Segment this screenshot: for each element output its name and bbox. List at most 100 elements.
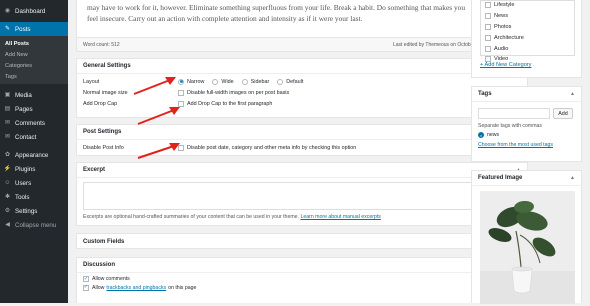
tag-input[interactable] [478,108,550,119]
sidebar-item-label: Plugins [15,165,36,173]
box-title: General Settings [83,63,131,69]
submenu-tags[interactable]: Tags [0,71,68,82]
category-item[interactable]: News [485,11,570,22]
radio-label: Narrow [187,78,205,85]
box-title: Featured Image [478,175,523,181]
collapse-icon: ◀ [5,222,10,228]
allow-comments-row: ✓ Allow comments [77,275,527,284]
sidebar-item-label: Media [15,91,32,99]
category-label: Architecture [494,34,524,41]
tags-header[interactable]: Tags ▲ [472,87,581,102]
sidebar-item-settings[interactable]: ⚙ Settings [0,204,68,218]
featured-image-header[interactable]: Featured Image ▲ [472,171,581,186]
add-new-category-link[interactable]: + Add New Category [480,62,531,68]
tag-chip: × news [472,129,581,138]
dropcap-checkbox[interactable]: Add Drop Cap to the first paragraph [178,100,273,107]
image-size-label: Normal image size [83,89,128,96]
excerpt-textarea[interactable] [83,182,521,210]
users-icon: ☺ [4,180,11,186]
checkbox-box [178,144,184,151]
checkbox-label: Allow comments [92,276,130,283]
sidebar-item-label: Appearance [15,151,49,159]
settings-icon: ⚙ [4,208,11,214]
dropcap-label: Add Drop Cap [83,100,118,107]
sidebar-item-label: Dashboard [15,7,46,15]
submenu-add-new[interactable]: Add New [0,49,68,60]
dashboard-icon: ◉ [4,8,11,14]
excerpt-header[interactable]: Excerpt ▲ [77,163,527,178]
sidebar-item-tools[interactable]: ✱ Tools [0,190,68,204]
trackbacks-link[interactable]: trackbacks and pingbacks [106,285,166,291]
sidebar-item-label: Pages [15,105,33,113]
sidebar-item-media[interactable]: ▣ Media [0,88,68,102]
collapse-arrow-icon[interactable]: ▲ [570,175,575,181]
general-settings-header[interactable]: General Settings ▲ [77,59,527,74]
tag-add-row: Add [472,102,581,119]
checkbox-checked: ✓ [83,284,89,291]
category-item[interactable]: Photos [485,22,570,33]
sidebar-item-comments[interactable]: ✉ Comments [0,116,68,130]
allow-trackbacks-checkbox[interactable]: ✓ Allow [83,284,104,291]
checkbox-box [485,2,491,9]
plant-image [480,191,575,304]
disable-fullwidth-checkbox[interactable]: Disable full-width images on per post ba… [178,89,289,96]
sidebar-item-dashboard[interactable]: ◉ Dashboard [0,4,68,18]
submenu-categories[interactable]: Categories [0,60,68,71]
radio-indicator [212,78,219,85]
comments-icon: ✉ [4,120,11,126]
radio-label: Default [286,78,304,85]
sidebar-item-appearance[interactable]: ✿ Appearance [0,148,68,162]
checkbox-box [485,34,491,41]
discussion-box: Discussion ▲ ✓Allow comments ✓Allow trac… [76,257,528,303]
layout-label: Layout [83,78,100,85]
media-icon: ▣ [4,92,11,98]
tag-label: news [487,132,500,138]
allow-comments-checkbox[interactable]: ✓ Allow comments [83,276,130,283]
post-settings-header[interactable]: Post Settings ▲ [77,125,527,140]
featured-image[interactable] [480,191,575,304]
radio-indicator [178,78,184,85]
sidebar-item-users[interactable]: ☺ Users [0,176,68,190]
allow-trackbacks-row: ✓ Allow trackbacks and pingbacks on this … [77,284,527,293]
editor-line: may have to work for it, however. Elimin… [87,3,466,12]
layout-wide-radio[interactable]: Wide [212,78,234,85]
sidebar-item-label: Posts [15,25,31,33]
remove-tag-icon[interactable]: × [478,132,484,138]
editor-line: feel insecure. Carry out an action with … [87,14,363,23]
category-item[interactable]: Architecture [485,32,570,43]
appearance-icon: ✿ [4,152,11,158]
sidebar-item-pages[interactable]: ▤ Pages [0,102,68,116]
category-label: News [494,13,508,20]
sidebar-item-contact[interactable]: ✉ Contact [0,130,68,144]
layout-row: Layout Narrow Wide Sidebar Default [77,76,527,87]
layout-narrow-radio[interactable]: Narrow [178,78,205,85]
discussion-header[interactable]: Discussion ▲ [77,258,527,273]
sidebar-item-label: Settings [15,207,38,215]
category-item[interactable]: Lifestyle [485,0,570,11]
add-tag-button[interactable]: Add [553,108,573,119]
custom-fields-header[interactable]: Custom Fields ▼ [77,234,527,249]
submenu-all-posts[interactable]: All Posts [0,38,68,49]
checkbox-box [485,23,491,30]
general-settings-box: General Settings ▲ Layout Narrow Wide Si… [76,58,528,118]
sidebar-item-label: Comments [15,119,45,127]
checkbox-box [178,100,184,107]
disable-post-info-checkbox[interactable]: Disable post date, category and other me… [178,144,356,151]
sidebar-item-plugins[interactable]: ⚡ Plugins [0,162,68,176]
layout-default-radio[interactable]: Default [277,78,304,85]
dropcap-row: Add Drop Cap Add Drop Cap to the first p… [77,98,527,109]
collapse-arrow-icon[interactable]: ▲ [570,91,575,97]
layout-sidebar-radio[interactable]: Sidebar [241,78,269,85]
featured-image-box: Featured Image ▲ [471,170,582,304]
pin-icon: ✎ [4,26,11,32]
learn-more-link[interactable]: Learn more about manual excerpts [300,214,380,220]
sidebar-item-posts[interactable]: ✎ Posts [0,22,68,36]
main-column: may have to work for it, however. Elimin… [68,0,528,303]
collapse-menu-button[interactable]: ◀ Collapse menu [0,218,68,232]
post-editor[interactable]: may have to work for it, however. Elimin… [76,0,528,38]
category-item[interactable]: Audio [485,43,570,54]
checkbox-label: Add Drop Cap to the first paragraph [187,100,273,107]
most-used-tags-link[interactable]: Choose from the most used tags [472,138,581,148]
sidebar-item-label: Contact [15,133,37,141]
post-info-row: Disable Post Info Disable post date, cat… [77,142,527,153]
